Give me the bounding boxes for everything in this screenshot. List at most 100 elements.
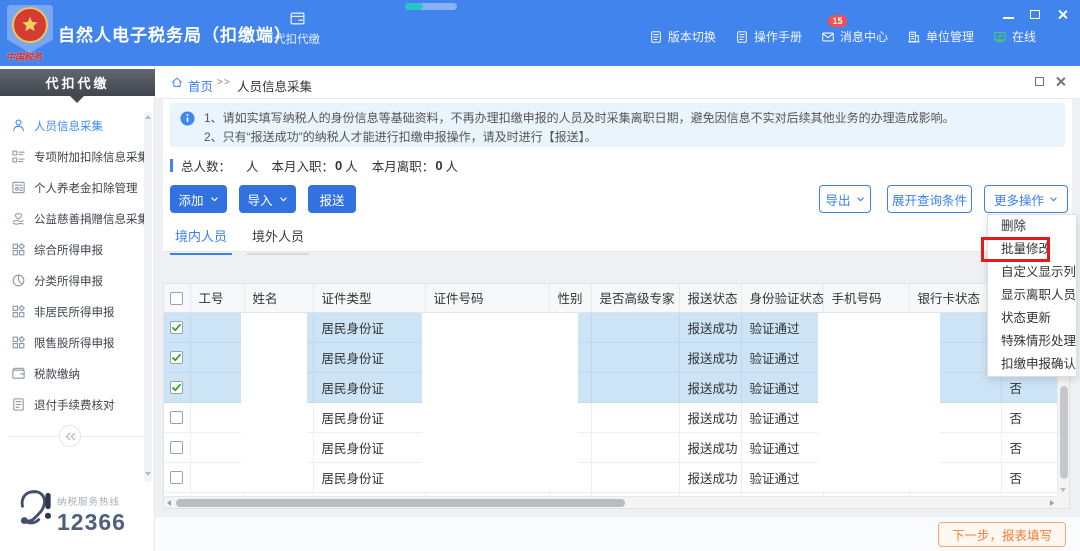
sidebar-item-label: 专项附加扣除信息采集: [34, 151, 149, 164]
column-header-2[interactable]: 证件类型: [313, 284, 426, 313]
select-all-cell: [164, 284, 191, 313]
doc-icon: [735, 30, 749, 44]
sidebar-item-1[interactable]: 专项附加扣除信息采集: [0, 141, 149, 172]
tab-foreign[interactable]: 境外人员: [247, 223, 310, 255]
submit-button[interactable]: 报送: [308, 185, 356, 213]
table-cell: [190, 342, 245, 373]
menu-item-4[interactable]: 状态更新: [988, 307, 1076, 330]
column-header-3[interactable]: 证件号码: [425, 284, 550, 313]
menu-item-5[interactable]: 特殊情形处理: [988, 330, 1076, 353]
row-checkbox[interactable]: [170, 351, 183, 365]
column-header-8[interactable]: 手机号码: [823, 284, 910, 313]
select-all-checkbox[interactable]: [170, 291, 183, 305]
column-header-1[interactable]: 姓名: [244, 284, 314, 313]
sidebar-item-9[interactable]: 退付手续费核对: [0, 389, 146, 420]
menu-item-0[interactable]: 删除: [988, 215, 1076, 238]
horizontal-scrollbar[interactable]: [164, 496, 1057, 508]
more-actions-button[interactable]: 更多操作: [984, 185, 1068, 213]
header-nav-label: 消息中心: [839, 30, 888, 44]
total-unit: 人: [246, 159, 259, 174]
row-checkbox[interactable]: [170, 321, 183, 335]
sidebar-collapse-button[interactable]: [59, 425, 81, 447]
pie-icon: [11, 273, 26, 288]
export-button[interactable]: 导出: [819, 185, 871, 213]
breadcrumb-current: 人员信息采集: [237, 80, 313, 94]
header-nav-item-4[interactable]: 在线: [993, 28, 1036, 45]
sidebar-item-8[interactable]: 税款缴纳: [0, 358, 146, 389]
breadcrumb-home[interactable]: 首页: [188, 76, 213, 95]
column-header-7[interactable]: 身份验证状态: [741, 284, 824, 313]
minimize-button[interactable]: [1002, 8, 1014, 20]
import-button[interactable]: 导入: [239, 185, 296, 213]
table-cell: [591, 432, 680, 463]
table-cell: [591, 462, 680, 493]
tax-logo: 中国税务: [5, 4, 57, 62]
expand-query-button[interactable]: 展开查询条件: [887, 185, 972, 213]
scrollbar-corner: [1057, 496, 1069, 508]
doc-icon: [649, 30, 663, 44]
header-nav-item-0[interactable]: 版本切换: [649, 28, 716, 45]
table-cell: 居民身份证: [313, 312, 426, 343]
sidebar-item-7[interactable]: 限售股所得申报: [0, 327, 146, 358]
sidebar-item-5[interactable]: 分类所得申报: [0, 265, 146, 296]
accent-bar: [170, 158, 173, 172]
sidebar-item-3[interactable]: 公益慈善捐赠信息采集: [0, 203, 149, 234]
next-step-button[interactable]: 下一步，报表填写: [937, 522, 1066, 547]
menu-item-1[interactable]: 批量修改: [981, 237, 1076, 262]
header-nav-item-2[interactable]: 15 消息中心: [821, 15, 888, 45]
footer-bar: 下一步，报表填写: [155, 517, 1080, 551]
row-checkbox[interactable]: [170, 381, 183, 395]
menu-item-2[interactable]: 自定义显示列: [988, 261, 1076, 284]
row-checkbox[interactable]: [170, 471, 183, 485]
hotline-operator-icon: [10, 486, 54, 538]
scroll-right-icon[interactable]: [1050, 500, 1054, 506]
charity-icon: [11, 211, 26, 226]
panel-close-icon[interactable]: [1055, 76, 1066, 87]
chevron-down-icon: [856, 195, 865, 204]
table-cell: 报送成功: [679, 312, 742, 343]
column-header-4[interactable]: 性别: [549, 284, 592, 313]
app-window: 中国税务 自然人电子税务局（扣缴端） 代扣代缴 版本切换 操作手册 15 消息中心 单位…: [0, 0, 1080, 551]
panel-maximize-icon[interactable]: [1035, 77, 1044, 86]
table-cell: [591, 312, 680, 343]
scroll-left-icon[interactable]: [167, 500, 171, 506]
scroll-up-icon[interactable]: [145, 115, 151, 119]
sidebar-item-label: 综合所得申报: [34, 244, 103, 257]
sidebar-item-0[interactable]: 人员信息采集: [0, 110, 146, 141]
sidebar-item-4[interactable]: 综合所得申报: [0, 234, 146, 265]
horizontal-scroll-thumb[interactable]: [176, 499, 625, 507]
menu-item-3[interactable]: 显示离职人员: [988, 284, 1076, 307]
hotline-label: 纳税服务热线: [57, 497, 121, 508]
column-header-0[interactable]: 工号: [190, 284, 245, 313]
header-nav-item-1[interactable]: 操作手册: [735, 28, 802, 45]
sidebar-item-6[interactable]: 非居民所得申报: [0, 296, 146, 327]
tab-module-daikoudaijiao[interactable]: 代扣代缴: [268, 10, 326, 60]
column-header-5[interactable]: 是否高级专家: [591, 284, 680, 313]
sidebar-item-label: 个人养老金扣除管理: [34, 182, 138, 195]
menu-item-6[interactable]: 扣缴申报确认: [988, 353, 1076, 376]
vertical-scroll-thumb[interactable]: [1060, 386, 1068, 479]
tab-domestic[interactable]: 境内人员: [170, 223, 233, 255]
table-cell: 验证通过: [741, 312, 824, 343]
sidebar-item-label: 人员信息采集: [34, 120, 103, 133]
column-header-6[interactable]: 报送状态: [679, 284, 742, 313]
scroll-down-icon[interactable]: [1060, 488, 1066, 492]
scroll-down-icon[interactable]: [145, 472, 151, 476]
list-icon: [11, 149, 26, 164]
row-checkbox[interactable]: [170, 411, 183, 425]
header-nav-item-3[interactable]: 单位管理: [907, 28, 974, 45]
sidebar-item-2[interactable]: 个人养老金扣除管理: [0, 172, 146, 203]
sidebar-banner: 代扣代缴: [0, 69, 155, 96]
wallet-icon: [11, 366, 26, 381]
module-tab-label: 代扣代缴: [274, 34, 320, 46]
close-button[interactable]: [1056, 8, 1068, 20]
restore-button[interactable]: [1029, 8, 1041, 20]
add-button[interactable]: 添加: [170, 185, 227, 213]
hotline-number: 12366: [57, 509, 126, 535]
join-unit: 人: [345, 159, 358, 174]
sidebar-scrollbar[interactable]: [144, 112, 152, 482]
table-cell: 报送成功: [679, 342, 742, 373]
header-nav-label: 在线: [1011, 30, 1036, 44]
table-cell: 报送成功: [679, 462, 742, 493]
row-checkbox[interactable]: [170, 441, 183, 455]
